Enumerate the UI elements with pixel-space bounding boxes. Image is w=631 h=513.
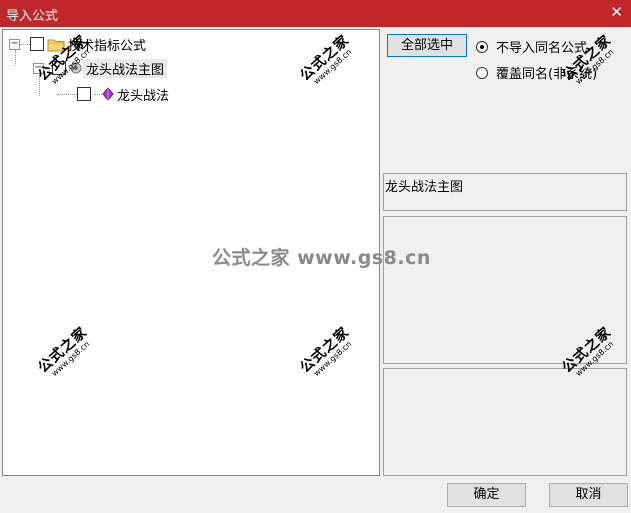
tree-item-label: 龙头战法主图 — [83, 58, 168, 78]
radio-dot[interactable] — [476, 40, 488, 53]
tree-item-label: 龙头战法 — [117, 88, 170, 104]
notes-box — [383, 368, 627, 476]
formula-name-box: 龙头战法主图 — [383, 173, 627, 211]
window-title: 导入公式 — [6, 9, 59, 24]
select-all-button[interactable]: 全部选中 — [387, 34, 467, 57]
radio-dot[interactable] — [476, 66, 488, 79]
collapse-icon[interactable]: − — [9, 38, 20, 50]
root-checkbox[interactable] — [30, 37, 44, 51]
title-bar: 导入公式 ✕ — [0, 0, 631, 27]
cancel-button[interactable]: 取消 — [549, 483, 628, 507]
close-icon[interactable]: ✕ — [610, 3, 623, 21]
formula-name: 龙头战法主图 — [385, 180, 464, 195]
radio-label: 不导入同名公式 — [496, 41, 588, 56]
center-watermark: 公式之家 www.gs8.cn — [212, 247, 431, 269]
radio-skip-same-name[interactable]: 不导入同名公式 — [476, 37, 587, 56]
indicator-checkbox[interactable] — [77, 87, 91, 101]
tree-item-indicator[interactable]: 龙头战法 — [57, 84, 172, 104]
ok-button[interactable]: 确定 — [447, 483, 526, 507]
indicator-gem-icon — [102, 87, 114, 101]
